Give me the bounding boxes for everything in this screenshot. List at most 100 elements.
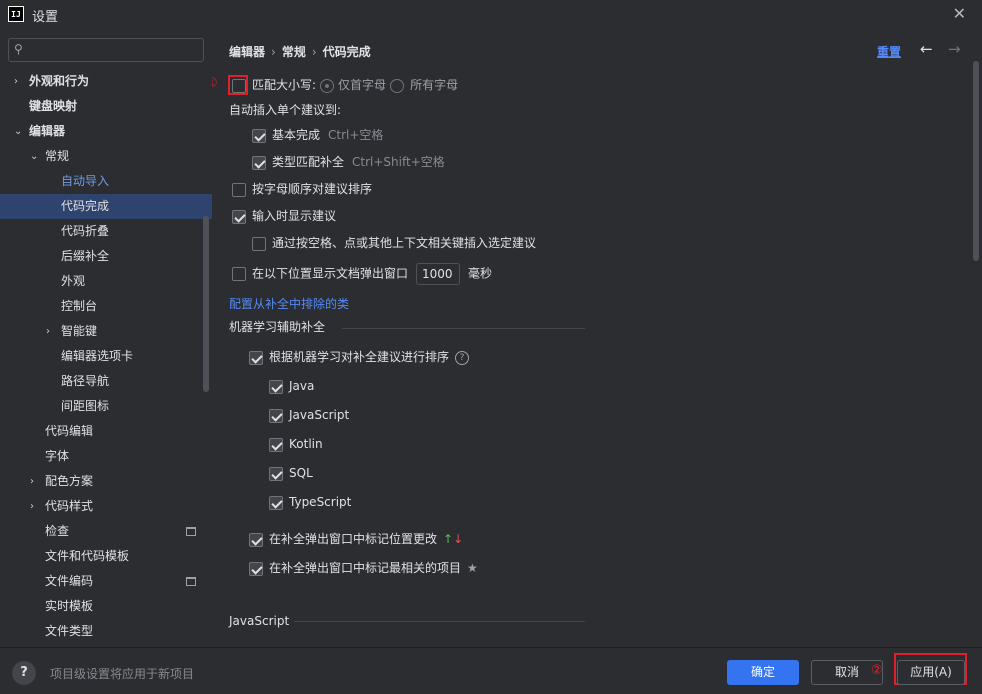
first-letter-radio[interactable] — [320, 78, 335, 93]
help-icon[interactable]: ? — [455, 350, 470, 365]
basic-completion-shortcut: Ctrl+空格 — [328, 128, 384, 142]
ml-sort-checkbox[interactable] — [249, 350, 263, 365]
show-doc-row: 在以下位置显示文档弹出窗口 1000 毫秒 — [232, 263, 492, 285]
annotation-marker-2: ② — [871, 663, 883, 678]
type-match-shortcut: Ctrl+Shift+空格 — [352, 155, 445, 169]
first-letter-label: 仅首字母 — [338, 78, 387, 92]
sidebar-item[interactable]: 后缀补全 — [0, 244, 212, 269]
ml-java-row: Java — [269, 376, 314, 396]
help-button[interactable]: ? — [12, 661, 36, 685]
chevron-right-icon[interactable]: › — [14, 69, 18, 94]
js-section-divider — [294, 621, 585, 622]
ml-typescript-checkbox[interactable] — [269, 495, 283, 510]
sidebar-item-label: 实时模板 — [45, 599, 94, 613]
sidebar-item[interactable]: 外观 — [0, 269, 212, 294]
search-input[interactable] — [31, 41, 199, 59]
chevron-right-icon[interactable]: › — [30, 494, 34, 519]
sidebar-item[interactable]: ⌄ 编辑器 — [0, 119, 212, 144]
show-doc-checkbox[interactable] — [232, 267, 246, 281]
show-doc-label: 在以下位置显示文档弹出窗口 — [252, 266, 409, 281]
sidebar-item[interactable]: 文件和代码模板 — [0, 544, 212, 569]
sidebar-item-label: 代码样式 — [45, 499, 94, 513]
match-case-checkbox[interactable] — [232, 78, 246, 93]
sidebar-item-label: 外观 — [61, 274, 86, 288]
ml-sql-row: SQL — [269, 463, 313, 483]
doc-delay-input[interactable]: 1000 — [416, 263, 461, 285]
title-bar: IJ 设置 ✕ — [0, 0, 982, 28]
type-match-label: 类型匹配补全 — [272, 155, 345, 169]
chevron-right-icon[interactable]: › — [46, 319, 50, 344]
sidebar-item[interactable]: 实时模板 — [0, 594, 212, 619]
ok-button[interactable]: 确定 — [727, 660, 799, 685]
sidebar-item[interactable]: › 代码样式 — [0, 494, 212, 519]
sidebar-item-label: 控制台 — [61, 299, 98, 313]
mark-position-row: 在补全弹出窗口中标记位置更改 ↑↓ — [249, 529, 463, 549]
sidebar-item[interactable]: 代码完成 — [0, 194, 212, 219]
ml-kotlin-checkbox[interactable] — [269, 437, 283, 452]
sidebar-item[interactable]: › 配色方案 — [0, 469, 212, 494]
ml-section-title: 机器学习辅助补全 — [229, 320, 326, 334]
mark-relevant-checkbox[interactable] — [249, 561, 263, 576]
chevron-right-icon[interactable]: › — [30, 469, 34, 494]
main-panel: 编辑器 › 常规 › 代码完成 重置 ← → ① 匹配大小写: 仅首字母 所有字母 自动插入… — [212, 28, 982, 647]
chevron-down-icon[interactable]: ⌄ — [14, 119, 22, 144]
ml-javascript-checkbox[interactable] — [269, 408, 283, 423]
ml-sql-label: SQL — [289, 466, 313, 480]
breadcrumb-general[interactable]: 常规 — [282, 45, 306, 59]
type-match-checkbox[interactable] — [252, 155, 266, 170]
sidebar-item[interactable]: 控制台 — [0, 294, 212, 319]
mark-position-checkbox[interactable] — [249, 532, 263, 547]
sidebar-item[interactable]: 检查 — [0, 519, 212, 544]
all-letters-radio[interactable] — [390, 78, 405, 93]
sidebar-item[interactable]: ⌄ 常规 — [0, 144, 212, 169]
show-typing-label: 输入时显示建议 — [252, 209, 337, 223]
apply-button[interactable]: 应用(A) — [897, 660, 965, 685]
sidebar-item[interactable]: › 外观和行为 — [0, 69, 212, 94]
sidebar-item[interactable]: › 智能键 — [0, 319, 212, 344]
sidebar-item[interactable]: 键盘映射 — [0, 94, 212, 119]
star-icon: ★ — [467, 561, 478, 575]
type-match-row: 类型匹配补全 Ctrl+Shift+空格 — [252, 152, 445, 172]
intellij-logo-icon: IJ — [8, 6, 24, 22]
sort-alpha-checkbox[interactable] — [232, 182, 246, 197]
sidebar-item[interactable]: 自动导入 — [0, 169, 212, 194]
ml-sql-checkbox[interactable] — [269, 466, 283, 481]
main-scrollbar[interactable] — [973, 61, 979, 261]
sidebar-item-label: 代码折叠 — [61, 224, 110, 238]
settings-sidebar: ⚲ › 外观和行为键盘映射 ⌄ 编辑器 ⌄ 常规自动导入 代码完成代码折叠后缀补全外观控制台… — [0, 28, 212, 647]
js-section-title: JavaScript — [229, 614, 290, 628]
sidebar-item-label: 键盘映射 — [29, 99, 78, 113]
sidebar-item-label: 常规 — [45, 149, 70, 163]
forward-arrow-icon[interactable]: → — [948, 40, 961, 58]
chevron-down-icon[interactable]: ⌄ — [30, 144, 38, 169]
basic-completion-checkbox[interactable] — [252, 128, 266, 143]
search-box[interactable]: ⚲ — [8, 38, 204, 62]
sidebar-item[interactable]: 代码折叠 — [0, 219, 212, 244]
insert-by-space-label: 通过按空格、点或其他上下文相关键插入选定建议 — [272, 236, 537, 250]
project-scope-icon — [186, 577, 196, 586]
reset-link[interactable]: 重置 — [877, 43, 901, 60]
sidebar-item[interactable]: 字体 — [0, 444, 212, 469]
exclude-classes-link[interactable]: 配置从补全中排除的类 — [229, 294, 349, 314]
sidebar-item[interactable]: 文件编码 — [0, 569, 212, 594]
sidebar-scrollbar[interactable] — [203, 216, 209, 392]
auto-insert-label: 自动插入单个建议到: — [229, 103, 342, 117]
close-icon[interactable]: ✕ — [953, 4, 966, 23]
show-typing-checkbox[interactable] — [232, 209, 246, 224]
sidebar-item[interactable]: 路径导航 — [0, 369, 212, 394]
sort-alpha-row: 按字母顺序对建议排序 — [232, 179, 372, 199]
sidebar-item[interactable]: 间距图标 — [0, 394, 212, 419]
sidebar-item[interactable]: 编辑器选项卡 — [0, 344, 212, 369]
ml-java-checkbox[interactable] — [269, 379, 283, 394]
sidebar-item-label: 间距图标 — [61, 399, 110, 413]
insert-by-space-checkbox[interactable] — [252, 236, 266, 251]
sidebar-item-label: 代码编辑 — [45, 424, 94, 438]
ml-typescript-row: TypeScript — [269, 492, 351, 512]
sidebar-item[interactable]: 代码编辑 — [0, 419, 212, 444]
breadcrumb-editor[interactable]: 编辑器 — [229, 45, 265, 59]
footer-note: 项目级设置将应用于新项目 — [50, 667, 195, 681]
show-typing-row: 输入时显示建议 — [232, 206, 336, 226]
match-case-row: 匹配大小写: 仅首字母 所有字母 — [232, 75, 458, 95]
back-arrow-icon[interactable]: ← — [920, 40, 933, 58]
sidebar-item[interactable]: 文件类型 — [0, 619, 212, 644]
